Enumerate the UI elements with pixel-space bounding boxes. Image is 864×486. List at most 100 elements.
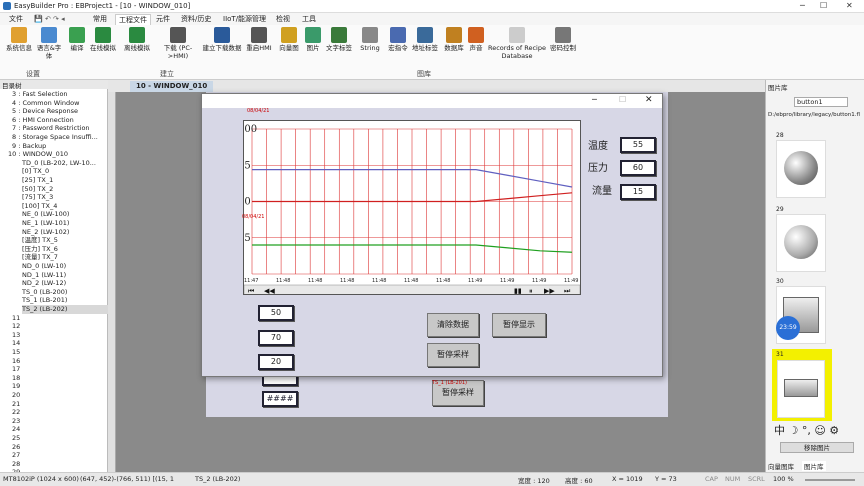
clear-data-button[interactable]: 清除数据 — [427, 313, 479, 337]
string-button[interactable]: String — [355, 27, 385, 52]
input-pressure[interactable]: 70 — [258, 330, 294, 346]
menu-home[interactable]: 常用 — [90, 14, 110, 24]
popup-maximize-icon[interactable]: ☐ — [619, 95, 626, 104]
status-cap: CAP — [705, 475, 718, 483]
menu-iiot[interactable]: IIoT/能源管理 — [220, 14, 269, 24]
trend-nav-icon[interactable]: ⏸ — [529, 287, 533, 295]
menu-tools[interactable]: 工具 — [299, 14, 319, 24]
lib-item-29[interactable] — [776, 214, 826, 272]
download-button[interactable]: 下载 (PC->HMI) — [160, 27, 196, 60]
lib-item-31[interactable] — [777, 360, 825, 418]
status-y: Y = 73 — [655, 475, 677, 483]
trend-svg: 100755025011:4711:4811:4811:4811:4811:48… — [238, 124, 581, 296]
x-tick-label: 11:49 — [468, 278, 482, 284]
pause-display-button[interactable]: 暂停显示 — [492, 313, 546, 337]
popup-body: 100755025011:4711:4811:4811:4811:4811:48… — [202, 108, 662, 376]
close-icon[interactable]: ✕ — [846, 1, 853, 10]
tree-header: 目录树 — [0, 80, 108, 90]
x-tick-label: 11:48 — [340, 278, 354, 284]
input-flow[interactable]: 20 — [258, 354, 294, 370]
y-tick-label: 50 — [244, 197, 251, 208]
zoom-slider[interactable] — [805, 479, 855, 481]
language-font-button[interactable]: 语言&字体 — [34, 27, 64, 60]
restart-hmi-button[interactable]: 重启HMI — [244, 27, 274, 52]
group-library: 图库 — [417, 70, 431, 78]
y-tick-label: 25 — [244, 233, 251, 244]
maximize-icon[interactable]: ☐ — [820, 1, 827, 10]
x-tick-label: 11:48 — [308, 278, 322, 284]
quick-access-icons[interactable]: 💾 ↶ ↷ ◂ — [34, 15, 65, 23]
trend-nav-icon[interactable]: ◀◀ — [264, 287, 275, 295]
ribbon: 系统信息 语言&字体 编译 在线模拟 离线模拟 下载 (PC->HMI) 建立下… — [0, 25, 864, 80]
lib-item-29-num: 29 — [776, 206, 784, 213]
remove-picture-button[interactable]: 移除图片 — [780, 442, 854, 453]
address-tag-button[interactable]: 地址标签 — [410, 27, 440, 52]
tab-window-010[interactable]: 10 - WINDOW_010 — [130, 81, 214, 92]
build-download-button[interactable]: 建立下载数据 — [200, 27, 244, 52]
recipe-db-button[interactable]: Records of Recipe Database — [486, 27, 548, 60]
status-coords: (647, 452)-(766, 511) [(15, 1 — [80, 475, 175, 483]
x-tick-label: 11:48 — [404, 278, 418, 284]
text-tag-button[interactable]: 文字标签 — [324, 27, 354, 52]
lib-item-28-num: 28 — [776, 132, 784, 139]
status-num: NUM — [725, 475, 741, 483]
minimize-icon[interactable]: ─ — [800, 1, 805, 10]
menu-objects[interactable]: 元件 — [153, 14, 173, 24]
menu-data-history[interactable]: 资料/历史 — [178, 14, 214, 24]
tab-vector-library[interactable]: 向量图库 — [768, 461, 794, 471]
lib-item-31-num: 31 — [776, 351, 784, 358]
menu-project[interactable]: 工程文件 — [115, 14, 151, 25]
pressure-display: 60 — [620, 160, 656, 176]
group-settings: 设置 — [26, 70, 40, 78]
trend-nav-icon[interactable]: ▮▮ — [514, 287, 522, 295]
menu-view[interactable]: 检视 — [273, 14, 293, 24]
trend-date-1: 08/04/21 — [242, 214, 265, 220]
status-zoom: 100 % — [773, 475, 794, 483]
x-tick-label: 11:49 — [532, 278, 546, 284]
status-height: 高度 : 60 — [565, 477, 593, 485]
label-flow: 流量 — [592, 186, 612, 197]
x-tick-label: 11:47 — [244, 278, 258, 284]
trend-display: 100755025011:4711:4811:4811:4811:4811:48… — [238, 120, 581, 296]
y-tick-label: 75 — [244, 160, 251, 171]
popup-close-icon[interactable]: ✕ — [645, 95, 653, 105]
label-pressure: 压力 — [588, 163, 608, 174]
x-tick-label: 11:48 — [436, 278, 450, 284]
tree-panel: 目录树 3 : Fast Selection 4 : Common Window 5… — [0, 80, 108, 476]
title-bar: EasyBuilder Pro : EBProject1 - [10 - WIN… — [0, 0, 864, 13]
password-button[interactable]: 密码控制 — [548, 27, 578, 52]
lib-item-28[interactable] — [776, 140, 826, 198]
status-scrl: SCRL — [748, 475, 765, 483]
library-header: 图片库 — [768, 84, 788, 92]
tab-picture-library[interactable]: 图片库 — [802, 461, 826, 471]
clock-widget: 23:59 — [776, 316, 800, 340]
label-temperature: 温度 — [588, 141, 608, 152]
ts-label: TS_1 (LB-201) — [432, 380, 467, 386]
system-info-button[interactable]: 系统信息 — [4, 27, 34, 52]
library-path: D:/ebpro/library/legacy/button1.fl — [768, 112, 860, 118]
ime-toolbar-icon[interactable]: 中 ☽ °, ☺ ⚙ — [774, 422, 839, 438]
trend-nav-icon[interactable]: ⏭ — [564, 287, 571, 295]
flow-display: 15 — [620, 184, 656, 200]
simulation-window: ─ ☐ ✕ 100755025011:4711:4811:4811:4811:4… — [201, 93, 663, 377]
library-select[interactable]: button1 — [794, 97, 848, 107]
app-icon — [3, 2, 11, 10]
x-tick-label: 11:49 — [500, 278, 514, 284]
popup-minimize-icon[interactable]: ─ — [592, 95, 597, 104]
hidden-hash-box[interactable]: #### — [262, 391, 298, 407]
status-model: MT8102iP (1024 x 600) — [3, 475, 79, 483]
library-panel: 图片库 button1 D:/ebpro/library/legacy/butt… — [765, 80, 864, 472]
input-temperature[interactable]: 50 — [258, 305, 294, 321]
offline-sim-button[interactable]: 离线模拟 — [122, 27, 152, 52]
trend-date-2: 08/04/21 — [247, 108, 270, 114]
x-tick-label: 11:49 — [564, 278, 578, 284]
x-tick-label: 11:48 — [276, 278, 290, 284]
pause-sample-button[interactable]: 暂停采样 — [427, 343, 479, 367]
menu-file[interactable]: 文件 — [6, 14, 26, 24]
trend-nav-icon[interactable]: ▶▶ — [544, 287, 555, 295]
online-sim-button[interactable]: 在线模拟 — [88, 27, 118, 52]
window-title: EasyBuilder Pro : EBProject1 - [10 - WIN… — [14, 2, 191, 10]
trend-nav-icon[interactable]: ⏮ — [248, 287, 254, 295]
lib-item-30-num: 30 — [776, 278, 784, 285]
macro-button[interactable]: 宏指令 — [383, 27, 413, 52]
